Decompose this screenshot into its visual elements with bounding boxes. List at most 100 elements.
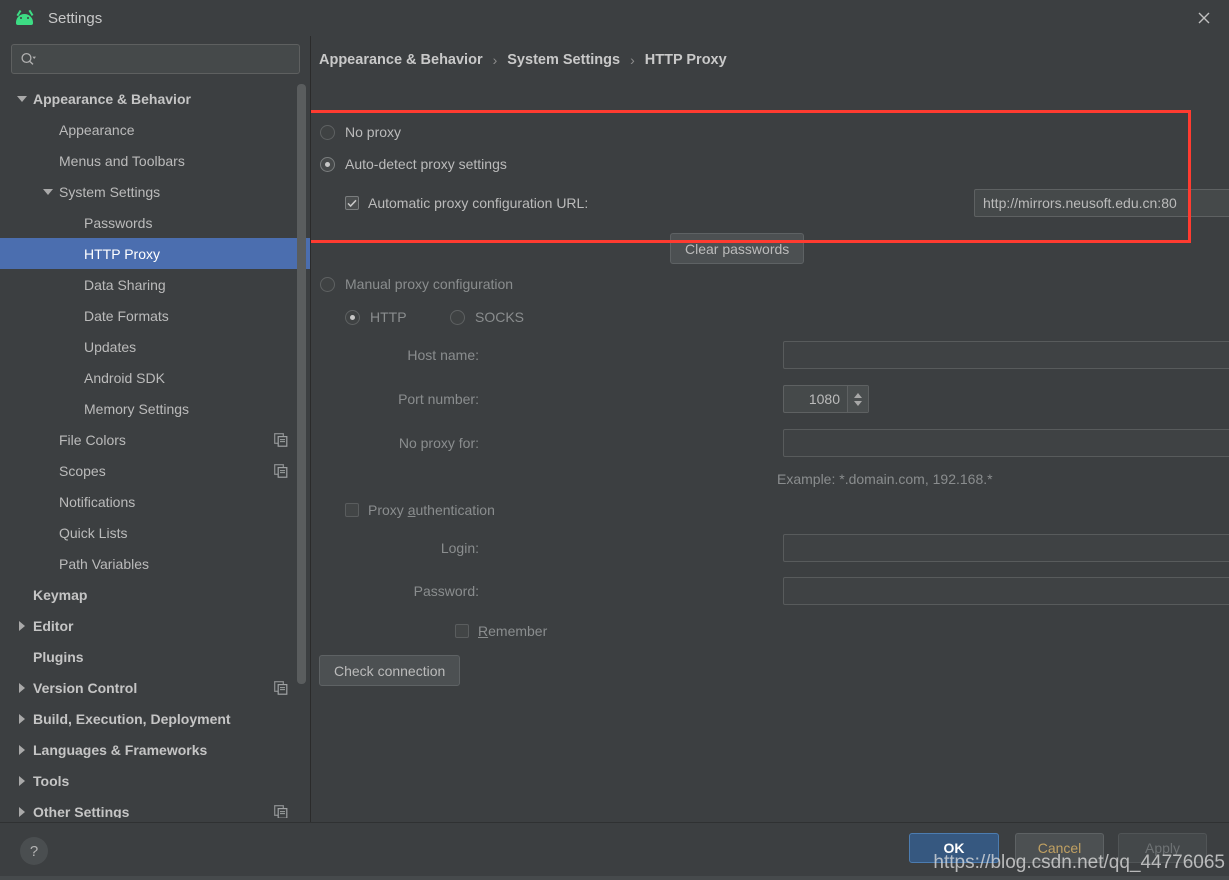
remember-checkbox-row[interactable]: Remember <box>455 623 547 639</box>
port-number-stepper[interactable]: 1080 <box>783 385 869 413</box>
sidebar-item-system-settings[interactable]: System Settings <box>0 176 310 207</box>
sidebar-item-label: Notifications <box>59 493 136 510</box>
manual-proxy-radio-row[interactable]: Manual proxy configuration <box>320 276 513 292</box>
help-label: ? <box>29 842 39 860</box>
sidebar-item-label: Scopes <box>59 462 106 479</box>
chevron-right-icon[interactable] <box>14 744 29 755</box>
host-name-input[interactable] <box>783 341 1229 369</box>
sidebar-item-data-sharing[interactable]: Data Sharing <box>0 269 310 300</box>
password-input[interactable] <box>783 577 1229 605</box>
proxy-authentication-checkbox-row[interactable]: Proxy authentication <box>345 502 495 518</box>
help-icon[interactable]: ? <box>20 837 48 865</box>
sidebar-item-keymap[interactable]: Keymap <box>0 579 310 610</box>
breadcrumb-item-system-settings[interactable]: System Settings <box>507 52 620 68</box>
chevron-right-icon[interactable] <box>14 806 29 817</box>
sidebar-item-menus-and-toolbars[interactable]: Menus and Toolbars <box>0 145 310 176</box>
login-label-wrap: Login: <box>339 540 479 556</box>
sidebar-item-notifications[interactable]: Notifications <box>0 486 310 517</box>
search-input[interactable] <box>41 51 291 67</box>
sidebar-item-label: Appearance & Behavior <box>33 90 191 107</box>
check-connection-button[interactable]: Check connection <box>319 655 461 686</box>
sidebar-item-label: Version Control <box>33 679 138 696</box>
sidebar-item-languages-frameworks[interactable]: Languages & Frameworks <box>0 734 310 765</box>
no-proxy-for-label-wrap: No proxy for: <box>339 435 479 451</box>
settings-tree[interactable]: Appearance & Behavior Appearance Menus and… <box>0 80 310 822</box>
sidebar-item-scopes[interactable]: Scopes <box>0 455 310 486</box>
chevron-down-icon[interactable] <box>14 95 29 102</box>
sidebar-item-file-colors[interactable]: File Colors <box>0 424 310 455</box>
breadcrumb-separator: › <box>630 52 635 68</box>
sidebar-item-label: Passwords <box>84 214 153 231</box>
search-box[interactable] <box>11 44 300 74</box>
close-icon[interactable] <box>1189 6 1219 30</box>
auto-config-url-input[interactable]: http://mirrors.neusoft.edu.cn:80 <box>974 189 1229 217</box>
sidebar-item-plugins[interactable]: Plugins <box>0 641 310 672</box>
copy-settings-icon[interactable] <box>274 432 288 447</box>
proxy-authentication-checkbox[interactable] <box>345 503 359 517</box>
remember-checkbox[interactable] <box>455 624 469 638</box>
sidebar-item-quick-lists[interactable]: Quick Lists <box>0 517 310 548</box>
breadcrumb-item-appearance-behavior[interactable]: Appearance & Behavior <box>319 52 483 68</box>
sidebar-item-path-variables[interactable]: Path Variables <box>0 548 310 579</box>
socks-radio-row[interactable]: SOCKS <box>450 309 524 325</box>
ok-button[interactable]: OK <box>909 833 999 863</box>
sidebar-item-http-proxy[interactable]: HTTP Proxy <box>0 238 310 269</box>
sidebar-item-label: Memory Settings <box>84 400 190 417</box>
sidebar-item-passwords[interactable]: Passwords <box>0 207 310 238</box>
sidebar-item-updates[interactable]: Updates <box>0 331 310 362</box>
chevron-right-icon[interactable] <box>14 620 29 631</box>
chevron-right-icon[interactable] <box>14 775 29 786</box>
cancel-button[interactable]: Cancel <box>1015 833 1104 863</box>
password-label: Password: <box>413 583 479 599</box>
auto-detect-label: Auto-detect proxy settings <box>345 156 507 172</box>
sidebar-scrollbar[interactable] <box>297 80 308 822</box>
sidebar-item-build-execution-deployment[interactable]: Build, Execution, Deployment <box>0 703 310 734</box>
auto-detect-radio[interactable] <box>320 156 335 172</box>
auto-detect-radio-row[interactable]: Auto-detect proxy settings <box>320 156 507 172</box>
no-proxy-radio[interactable] <box>320 124 335 140</box>
search-container <box>0 36 310 80</box>
sidebar-item-label: File Colors <box>59 431 126 448</box>
copy-settings-icon[interactable] <box>274 804 288 819</box>
clear-passwords-button[interactable]: Clear passwords <box>670 233 805 264</box>
port-number-label: Port number: <box>398 391 479 407</box>
sidebar-item-version-control[interactable]: Version Control <box>0 672 310 703</box>
sidebar-item-editor[interactable]: Editor <box>0 610 310 641</box>
port-number-value[interactable]: 1080 <box>784 386 847 412</box>
auto-config-url-checkbox-row[interactable]: Automatic proxy configuration URL: <box>345 195 588 211</box>
remember-label-post: emember <box>488 623 548 639</box>
sidebar-item-label: Quick Lists <box>59 524 128 541</box>
copy-settings-icon[interactable] <box>274 680 288 695</box>
auto-config-url-checkbox[interactable] <box>345 196 359 210</box>
settings-sidebar: Appearance & Behavior Appearance Menus and… <box>0 36 311 822</box>
sidebar-item-android-sdk[interactable]: Android SDK <box>0 362 310 393</box>
ok-label: OK <box>943 840 965 856</box>
port-number-spinner-arrows[interactable] <box>847 386 868 412</box>
sidebar-item-appearance[interactable]: Appearance <box>0 114 310 145</box>
http-radio-row[interactable]: HTTP <box>345 309 407 325</box>
sidebar-item-label: Menus and Toolbars <box>59 152 185 169</box>
http-radio[interactable] <box>345 309 360 325</box>
sidebar-item-tools[interactable]: Tools <box>0 765 310 796</box>
sidebar-item-date-formats[interactable]: Date Formats <box>0 300 310 331</box>
breadcrumb-item-http-proxy: HTTP Proxy <box>644 52 727 68</box>
proxy-auth-label-pre: Proxy <box>368 502 408 518</box>
no-proxy-radio-row[interactable]: No proxy <box>320 124 401 140</box>
cancel-label: Cancel <box>1037 840 1082 856</box>
sidebar-item-label: Data Sharing <box>84 276 166 293</box>
proxy-auth-label-post: uthentication <box>415 502 495 518</box>
no-proxy-label: No proxy <box>345 124 402 140</box>
manual-proxy-radio[interactable] <box>320 276 335 292</box>
no-proxy-for-input[interactable] <box>783 429 1229 457</box>
chevron-right-icon[interactable] <box>14 682 29 693</box>
copy-settings-icon[interactable] <box>274 463 288 478</box>
sidebar-item-memory-settings[interactable]: Memory Settings <box>0 393 310 424</box>
sidebar-item-label: Build, Execution, Deployment <box>33 710 231 727</box>
login-input[interactable] <box>783 534 1229 562</box>
password-label-wrap: Password: <box>339 583 479 599</box>
socks-radio[interactable] <box>450 309 465 325</box>
no-proxy-for-label: No proxy for: <box>398 435 479 451</box>
sidebar-item-appearance-behavior[interactable]: Appearance & Behavior <box>0 83 310 114</box>
chevron-down-icon[interactable] <box>40 188 55 195</box>
chevron-right-icon[interactable] <box>14 713 29 724</box>
